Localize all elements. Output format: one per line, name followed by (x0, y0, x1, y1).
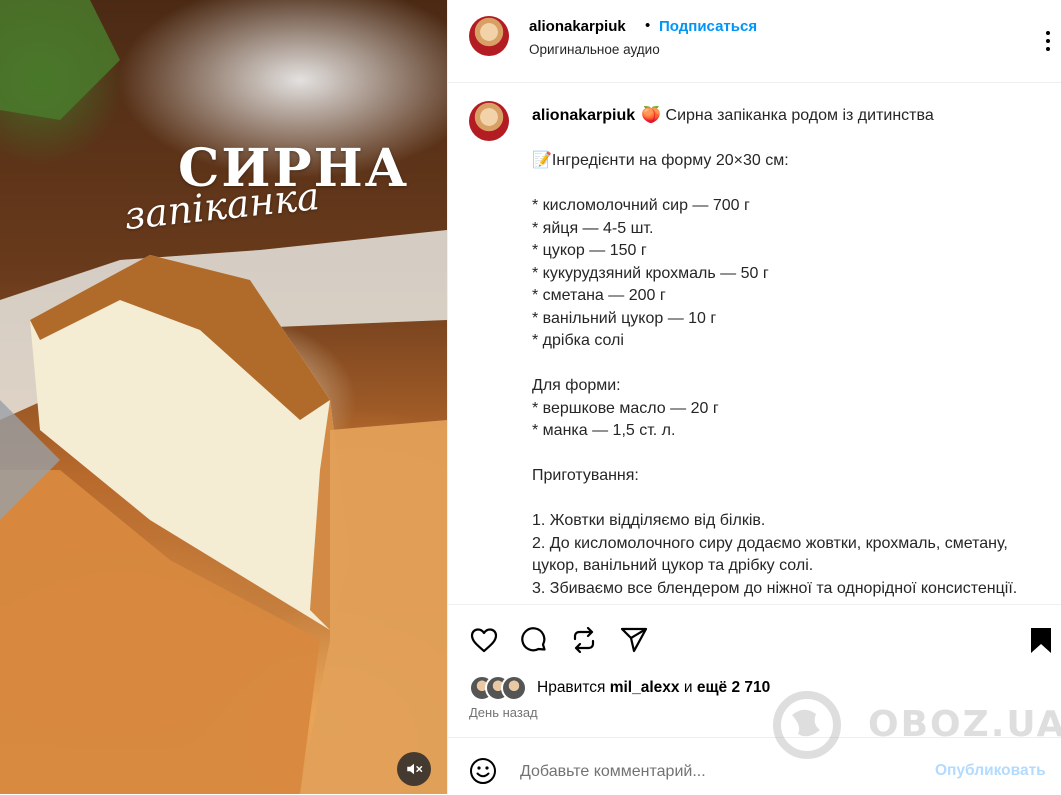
follow-button[interactable]: Подписаться (659, 18, 757, 35)
caption-line (532, 353, 1032, 376)
caption-area: alionakarpiuk 🍑 Сирна запіканка родом із … (448, 83, 1061, 604)
caption-line: * кукурудзяний крохмаль — 50 г (532, 264, 769, 282)
comment-input[interactable] (518, 756, 922, 788)
caption-line: * яйця — 4-5 шт. (532, 219, 654, 237)
caption-avatar[interactable] (469, 101, 509, 141)
caption-line: 2. До кисломолочного сиру додаємо жовтки… (532, 534, 1013, 575)
avatar[interactable] (469, 16, 509, 56)
bookmark-icon[interactable] (1026, 625, 1056, 655)
caption-line: * сметана — 200 г (532, 287, 666, 304)
comment-icon[interactable] (519, 625, 549, 655)
caption-line: * вершкове масло — 20 г (532, 399, 719, 417)
caption-line: Приготування: (532, 467, 639, 484)
caption-line: * дрібка солі (532, 332, 624, 349)
caption-line: 3. Збиваємо все блендером до ніжної та о… (532, 579, 1018, 597)
avatar (501, 675, 527, 701)
caption-username[interactable]: alionakarpiuk (532, 107, 635, 124)
likes-count[interactable]: ещё 2 710 (697, 679, 770, 696)
publish-button[interactable]: Опубликовать (935, 762, 1046, 780)
post-panel: alionakarpiuk • Подписаться Оригинальное… (447, 0, 1061, 794)
caption-line: Для форми: (532, 377, 621, 394)
post-header: alionakarpiuk • Подписаться Оригинальное… (448, 0, 1061, 83)
caption-line: 📝Інгредієнти на форму 20×30 см: (532, 152, 789, 169)
send-icon[interactable] (619, 625, 649, 655)
likes-summary[interactable]: Нравится mil_alexx и ещё 2 710 (537, 679, 770, 697)
caption-line (532, 128, 1032, 151)
cake-slice-image (0, 0, 447, 794)
post-timestamp[interactable]: День назад (469, 705, 538, 720)
header-separator: • (645, 17, 651, 34)
comment-bar: Опубликовать (448, 737, 1061, 795)
mute-button[interactable] (397, 752, 431, 786)
heart-icon[interactable] (469, 625, 499, 655)
header-username[interactable]: alionakarpiuk (529, 18, 626, 35)
more-options-icon[interactable] (1038, 26, 1058, 56)
caption-line: * манка — 1,5 ст. л. (532, 422, 676, 439)
caption-line: * цукор — 150 г (532, 242, 647, 259)
caption-text: alionakarpiuk 🍑 Сирна запіканка родом із … (532, 105, 1032, 600)
audio-label[interactable]: Оригинальное аудио (529, 42, 660, 57)
speaker-muted-icon (407, 763, 423, 775)
caption-line: alionakarpiuk 🍑 Сирна запіканка родом із … (532, 107, 934, 124)
share-icon[interactable] (569, 625, 599, 655)
post-media[interactable]: СИРНА запіканка (0, 0, 447, 794)
caption-line (532, 173, 1032, 196)
smiley-icon[interactable] (469, 757, 497, 785)
caption-line (532, 488, 1032, 511)
caption-line: * кисломолочний сир — 700 г (532, 197, 750, 214)
caption-line: * ванільний цукор — 10 г (532, 309, 717, 327)
caption-line (532, 443, 1032, 466)
liked-by-user[interactable]: mil_alexx (610, 679, 680, 696)
caption-line: 1. Жовтки відділяємо від білків. (532, 512, 766, 529)
action-bar: Нравится mil_alexx и ещё 2 710 День наза… (448, 604, 1061, 735)
liked-by-avatars[interactable] (469, 675, 539, 701)
